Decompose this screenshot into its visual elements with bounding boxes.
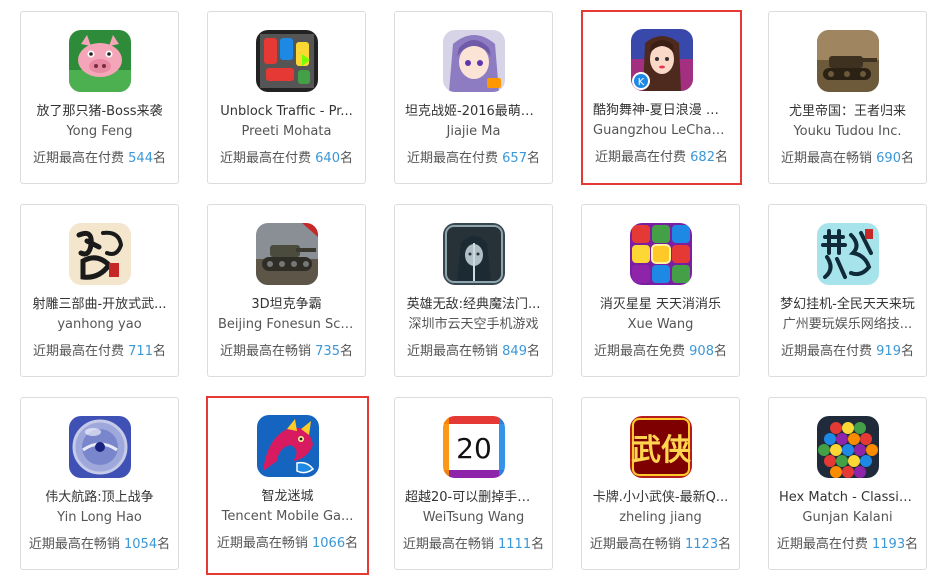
traffic-cars-icon[interactable] [255,30,318,92]
app-rank: 近期最高在畅销 1111名 [402,537,545,552]
app-name[interactable]: 3D坦克争霸 [218,296,355,314]
app-developer: Tencent Mobile Ga... [221,509,354,524]
app-card[interactable]: 射雕三部曲-开放式武... yanhong yao 近期最高在付费 711名 [20,204,179,377]
hex-balls-icon[interactable] [816,416,879,478]
number-20-icon[interactable]: 20 [442,416,505,478]
app-name[interactable]: 伟大航路:顶上战争 [31,489,168,507]
app-card[interactable]: 20 超越20-可以删掉手机... WeiTsung Wang 近期最高在畅销 … [394,397,553,570]
app-rank: 近期最高在畅销 1066名 [216,536,359,551]
app-rank: 近期最高在付费 640名 [220,151,353,166]
app-rank: 近期最高在畅销 690名 [781,151,914,166]
app-name[interactable]: Hex Match - Classic ... [779,489,916,507]
rank-number: 544 [128,151,153,166]
rank-number: 849 [502,344,527,359]
app-card[interactable]: 尤里帝国：王者归来 Youku Tudou Inc. 近期最高在畅销 690名 [768,11,927,184]
svg-text:K: K [637,77,644,88]
app-developer: Guangzhou LeChan... [593,123,730,138]
anime-girl-icon[interactable] [442,30,505,92]
app-rank: 近期最高在畅销 1123名 [589,537,732,552]
app-rank: 近期最高在付费 711名 [33,344,166,359]
app-developer: 深圳市云天空手机游戏 [408,317,539,332]
app-rank: 近期最高在免费 908名 [594,344,727,359]
match-blocks-icon[interactable] [629,223,692,285]
app-card[interactable]: 消灭星星 天天消消乐 Xue Wang 近期最高在免费 908名 [581,204,740,377]
glass-orb-icon[interactable] [68,416,131,478]
rank-number: 711 [128,344,153,359]
wuxia-card-icon[interactable]: 武侠 [629,416,692,478]
app-developer: Yin Long Hao [57,510,142,525]
app-developer: Preeti Mohata [241,124,332,139]
app-rank: 近期最高在畅销 1054名 [28,537,171,552]
app-card-highlighted[interactable]: 智龙迷城 Tencent Mobile Ga... 近期最高在畅销 1066名 [206,396,369,575]
rank-number: 1111 [498,537,532,552]
rank-number: 1066 [312,536,346,551]
app-rank: 近期最高在畅销 735名 [220,344,353,359]
dream-calligraphy-icon[interactable] [816,223,879,285]
app-developer: Youku Tudou Inc. [793,124,902,139]
app-developer: yanhong yao [57,317,142,332]
app-rank: 近期最高在畅销 849名 [407,344,540,359]
app-name[interactable]: Unblock Traffic - Pr... [218,103,355,121]
app-name[interactable]: 梦幻挂机-全民天天来玩 [779,296,916,314]
app-rank: 近期最高在付费 682名 [595,150,728,165]
tank-sepia-icon[interactable] [816,30,879,92]
pig-game-icon[interactable] [68,30,131,92]
rank-number: 908 [689,344,714,359]
dragon-icon[interactable] [256,415,319,477]
app-name[interactable]: 酷狗舞神-夏日浪漫 青... [593,102,730,120]
app-developer: 广州要玩娱乐网络技... [782,317,913,332]
hooded-hero-icon[interactable] [442,223,505,285]
app-developer: Gunjan Kalani [802,510,893,525]
app-rank: 近期最高在付费 544名 [33,151,166,166]
app-name[interactable]: 放了那只猪-Boss来袭 [31,103,168,121]
app-name[interactable]: 超越20-可以删掉手机... [405,489,542,507]
app-name[interactable]: 卡牌.小小武侠-最新Q... [592,489,729,507]
app-name[interactable]: 英雄无敌:经典魔法门... [405,296,542,314]
app-developer: WeiTsung Wang [422,510,525,525]
app-rank: 近期最高在付费 1193名 [776,537,919,552]
app-card[interactable]: Unblock Traffic - Pr... Preeti Mohata 近期… [207,11,366,184]
app-card[interactable]: 放了那只猪-Boss来袭 Yong Feng 近期最高在付费 544名 [20,11,179,184]
app-name[interactable]: 尤里帝国：王者归来 [779,103,916,121]
app-developer: Xue Wang [627,317,694,332]
app-name[interactable]: 坦克战姬-2016最萌战... [405,103,542,121]
app-name[interactable]: 射雕三部曲-开放式武... [31,296,168,314]
rank-number: 657 [502,151,527,166]
app-developer: Jiajie Ma [446,124,501,139]
app-name[interactable]: 智龙迷城 [218,488,357,506]
rank-number: 919 [876,344,901,359]
dancer-girl-icon[interactable]: K [630,29,693,91]
rank-number: 640 [315,151,340,166]
rank-number: 1193 [872,537,906,552]
app-name[interactable]: 消灭星星 天天消消乐 [592,296,729,314]
app-rank: 近期最高在付费 919名 [781,344,914,359]
icon-text-wuxia: 武侠 [631,433,692,468]
rank-number: 1054 [124,537,158,552]
calligraphy-eagle-icon[interactable] [68,223,131,285]
rank-number: 682 [690,150,715,165]
app-rank: 近期最高在付费 657名 [407,151,540,166]
app-card[interactable]: 3D坦克争霸 Beijing Fonesun Scie... 近期最高在畅销 7… [207,204,366,377]
app-developer: Beijing Fonesun Scie... [218,317,355,332]
rank-number: 690 [876,151,901,166]
app-card-highlighted[interactable]: K 酷狗舞神-夏日浪漫 青... Guangzhou LeChan... 近期最… [581,10,742,185]
rank-number: 735 [315,344,340,359]
app-card[interactable]: 梦幻挂机-全民天天来玩 广州要玩娱乐网络技... 近期最高在付费 919名 [768,204,927,377]
app-card[interactable]: 英雄无敌:经典魔法门... 深圳市云天空手机游戏 近期最高在畅销 849名 [394,204,553,377]
app-card[interactable]: 伟大航路:顶上战争 Yin Long Hao 近期最高在畅销 1054名 [20,397,179,570]
app-card[interactable]: 坦克战姬-2016最萌战... Jiajie Ma 近期最高在付费 657名 [394,11,553,184]
app-developer: Yong Feng [66,124,133,139]
rank-number: 1123 [685,537,719,552]
app-developer: zheling jiang [619,510,702,525]
app-card[interactable]: 武侠 卡牌.小小武侠-最新Q... zheling jiang 近期最高在畅销 … [581,397,740,570]
app-card[interactable]: Hex Match - Classic ... Gunjan Kalani 近期… [768,397,927,570]
icon-text-20: 20 [456,432,492,465]
tank-3d-icon[interactable] [255,223,318,285]
